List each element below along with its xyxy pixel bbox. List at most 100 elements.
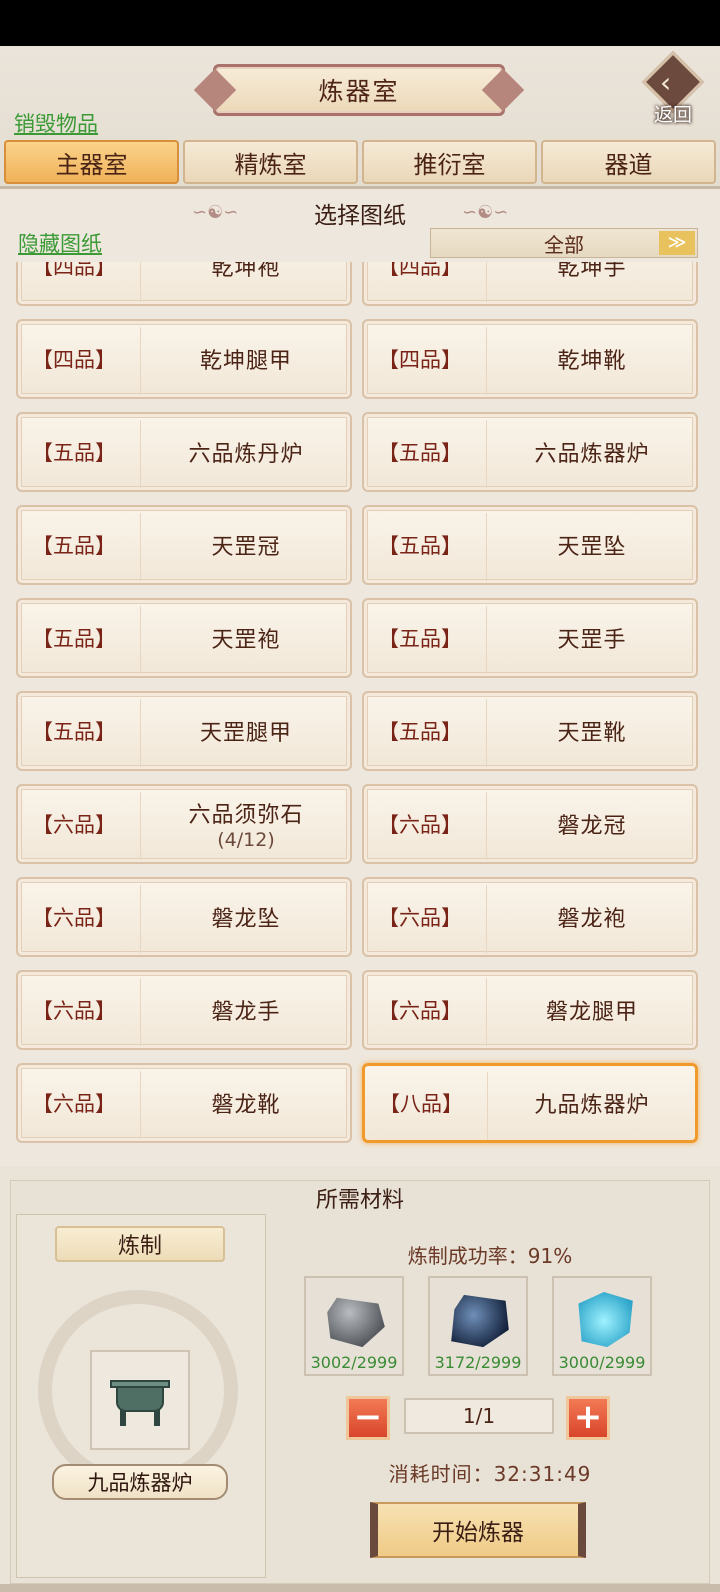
blueprint-name-block: 天罡冠 [142,507,350,583]
card-divider [140,978,141,1046]
tab-main-room[interactable]: 主器室 [4,140,179,184]
card-divider [486,885,487,953]
blueprint-name: 乾坤腿甲 [199,349,292,374]
destroy-items-link[interactable]: 销毁物品 [14,108,98,138]
blueprint-card[interactable]: 【八品】 九品炼器炉 [362,1063,698,1143]
blueprint-name-block: 九品炼器炉 [489,1066,695,1140]
blueprint-name: 乾坤靴 [557,349,627,374]
blueprint-grade: 【六品】 [32,999,116,1023]
back-label: 返回 [653,104,692,126]
blueprint-name: 天罡手 [557,628,627,653]
blueprint-name: 六品炼器炉 [534,442,650,467]
craft-label: 炼制 [55,1226,225,1262]
card-divider [486,420,487,488]
quantity-field[interactable]: 1/1 [404,1398,554,1434]
blueprint-name-block: 天罡腿甲 [142,693,350,769]
blueprint-name-block: 六品炼丹炉 [142,414,350,490]
blueprint-name: 磐龙坠 [211,907,281,932]
blueprint-card[interactable]: 【五品】 天罡腿甲 [16,691,352,771]
materials-title: 所需材料 [315,1188,404,1213]
target-item-slot[interactable] [90,1350,190,1450]
blueprint-name: 磐龙袍 [557,907,627,932]
card-divider [486,606,487,674]
blueprint-grade: 【五品】 [32,627,116,651]
tab-artifact-dao[interactable]: 器道 [541,140,716,184]
blueprint-grade: 【五品】 [32,441,116,465]
blueprint-card[interactable]: 【四品】 乾坤腿甲 [16,319,352,399]
start-crafting-button[interactable]: 开始炼器 [370,1502,586,1558]
tab-deduce-room[interactable]: 推衍室 [362,140,537,184]
blueprint-card[interactable]: 【五品】 六品炼器炉 [362,412,698,492]
card-divider [486,699,487,767]
blueprint-card[interactable]: 【六品】 磐龙靴 [16,1063,352,1143]
card-divider [486,978,487,1046]
blueprint-name-block: 天罡靴 [488,693,696,769]
blueprint-name: 磐龙冠 [557,814,627,839]
increase-button[interactable]: + [566,1396,610,1440]
card-divider [140,1071,141,1139]
material-slot[interactable]: 3172/2999 [428,1276,528,1376]
blueprint-card[interactable]: 【四品】 乾坤袍 [16,262,352,306]
blueprint-name: 九品炼器炉 [534,1093,650,1118]
material-count: 3172/2999 [434,1353,522,1372]
card-divider [140,699,141,767]
blueprint-name-block: 天罡坠 [488,507,696,583]
blueprint-name-block: 天罡袍 [142,600,350,676]
blueprint-grade: 【四品】 [32,262,116,279]
blueprint-grade: 【六品】 [378,813,462,837]
blueprint-name-block: 磐龙冠 [488,786,696,862]
bottom-divider [0,1584,720,1592]
card-divider [140,792,141,860]
blueprint-card[interactable]: 【五品】 天罡靴 [362,691,698,771]
blueprint-grade: 【四品】 [378,348,462,372]
blueprint-name-block: 磐龙腿甲 [488,972,696,1048]
blueprint-card[interactable]: 【六品】 磐龙袍 [362,877,698,957]
chevron-down-icon[interactable]: ≫ [659,231,695,255]
blueprint-section-title: 选择图纸 [314,203,406,229]
blueprint-grade: 【四品】 [32,348,116,372]
material-slot[interactable]: 3002/2999 [304,1276,404,1376]
blueprint-name-block: 六品须弥石 (4/12) [142,786,350,862]
blueprint-card[interactable]: 【六品】 磐龙冠 [362,784,698,864]
success-rate: 炼制成功率：91% [407,1244,573,1268]
filter-value: 全部 [544,232,584,257]
blueprint-grade: 【五品】 [378,441,462,465]
card-divider [140,885,141,953]
right-swirl-icon: ∽☯∽ [462,202,509,223]
blueprint-card[interactable]: 【六品】 磐龙手 [16,970,352,1050]
blueprint-card[interactable]: 【五品】 天罡袍 [16,598,352,678]
blueprint-card[interactable]: 【五品】 天罡坠 [362,505,698,585]
blueprint-name: 天罡坠 [557,535,627,560]
blueprint-name-block: 六品炼器炉 [488,414,696,490]
filter-dropdown[interactable]: 全部 ≫ [430,228,698,258]
tab-refine-room[interactable]: 精炼室 [183,140,358,184]
blueprint-card[interactable]: 【六品】 磐龙坠 [16,877,352,957]
blueprint-card[interactable]: 【五品】 天罡冠 [16,505,352,585]
material-count: 3000/2999 [558,1353,646,1372]
back-button[interactable]: ‹ 返回 [638,50,708,128]
material-slot[interactable]: 3000/2999 [552,1276,652,1376]
blueprint-list[interactable]: 【四品】 乾坤袍 【四品】 乾坤手 【四品】 乾坤腿甲 【四品】 乾坤靴 【五品】 六品炼丹炉 【五… [0,262,720,1162]
blueprint-card[interactable]: 【五品】 六品炼丹炉 [16,412,352,492]
blueprint-card[interactable]: 【五品】 天罡手 [362,598,698,678]
blueprint-name: 乾坤袍 [211,262,281,281]
room-tabs: 主器室 精炼室 推衍室 器道 [4,140,716,184]
back-arrow-icon: ‹ [660,66,672,99]
grey-ore-icon [327,1297,385,1348]
blueprint-card[interactable]: 【六品】 六品须弥石 (4/12) [16,784,352,864]
hide-blueprints-link[interactable]: 隐藏图纸 [18,228,102,258]
blueprint-name: 磐龙手 [211,1000,281,1025]
card-divider [140,513,141,581]
decrease-button[interactable]: − [346,1396,390,1440]
blueprint-card[interactable]: 【四品】 乾坤靴 [362,319,698,399]
blueprint-name-block: 乾坤手 [488,262,696,304]
blueprint-card[interactable]: 【六品】 磐龙腿甲 [362,970,698,1050]
card-divider [486,513,487,581]
blueprint-card[interactable]: 【四品】 乾坤手 [362,262,698,306]
blueprint-name: 乾坤手 [557,262,627,281]
card-divider [140,606,141,674]
blueprint-name: 磐龙靴 [211,1093,281,1118]
blueprint-grade: 【六品】 [32,813,116,837]
blueprint-grade: 【八品】 [379,1092,463,1116]
card-divider [486,792,487,860]
